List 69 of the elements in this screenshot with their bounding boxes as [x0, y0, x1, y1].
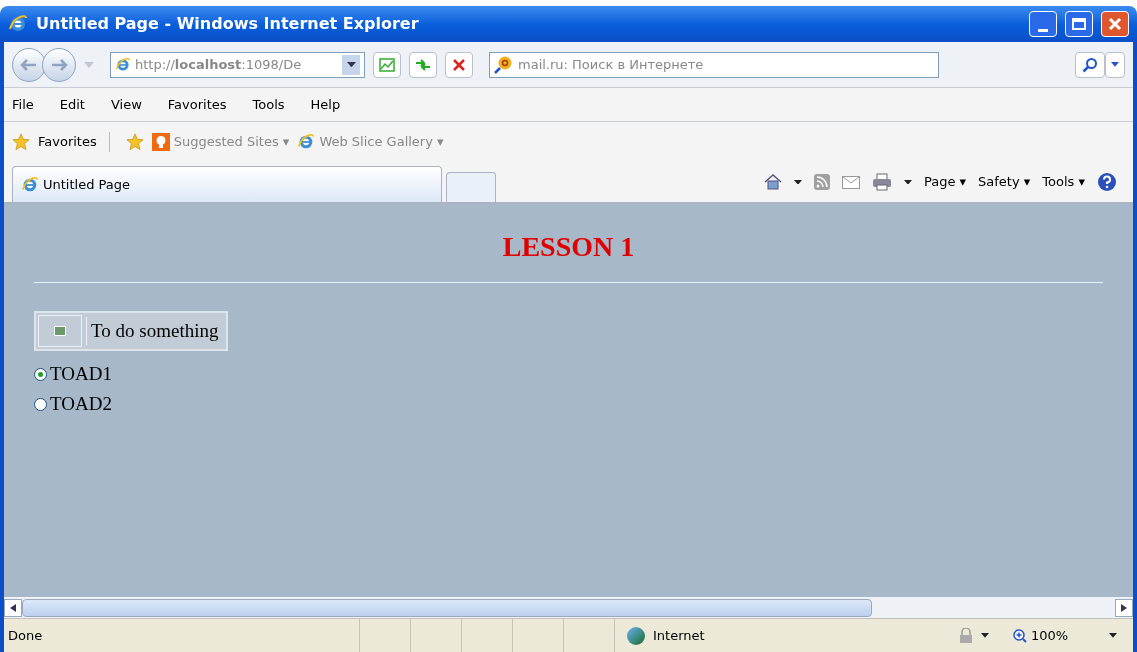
- close-icon: [1108, 17, 1122, 31]
- minimize-button[interactable]: [1029, 11, 1057, 37]
- page-icon: [297, 133, 316, 151]
- radio-button[interactable]: [34, 397, 47, 411]
- browser-tab[interactable]: Untitled Page: [12, 166, 442, 202]
- forward-button[interactable]: [42, 47, 76, 82]
- caret-icon: [981, 633, 989, 638]
- radio-label[interactable]: TOAD1: [50, 361, 112, 387]
- menu-item[interactable]: Help: [310, 94, 341, 115]
- stop-button[interactable]: [445, 51, 473, 78]
- address-field[interactable]: http://localhost:1098/De: [110, 51, 365, 78]
- dropdown-button[interactable]: [342, 54, 360, 75]
- menu-item[interactable]: Tools: [252, 94, 285, 115]
- globe-icon: [627, 626, 645, 645]
- broken-page-icon: [379, 57, 395, 72]
- command-menu[interactable]: Safety ▾: [978, 172, 1031, 192]
- right-arrow-icon: [50, 58, 68, 71]
- help-icon[interactable]: [1097, 172, 1117, 192]
- page-icon: [115, 56, 131, 73]
- add-favorite-star-icon: [125, 133, 144, 151]
- favorites-button[interactable]: Favorites: [38, 132, 110, 152]
- zoom-button[interactable]: 100%: [1013, 625, 1093, 646]
- menu-item[interactable]: File: [12, 94, 34, 115]
- window-title: Untitled Page - Windows Internet Explorer: [36, 13, 420, 35]
- ie-logo-icon: [21, 175, 39, 194]
- lightbulb-icon: [151, 133, 170, 151]
- zoom-icon: [1013, 628, 1027, 643]
- feed-icon[interactable]: [813, 174, 830, 190]
- right-triangle-icon: [1121, 603, 1127, 612]
- history-caret-icon: [84, 61, 94, 68]
- maximize-button[interactable]: [1065, 11, 1093, 37]
- left-arrow-icon: [20, 58, 38, 71]
- image-text-button[interactable]: To do something: [34, 311, 229, 351]
- compatibility-view-button[interactable]: [373, 51, 401, 78]
- search-button[interactable]: [1075, 51, 1105, 78]
- ie-logo-icon: [8, 14, 28, 34]
- menu-item[interactable]: View: [110, 94, 142, 115]
- command-menu[interactable]: Tools ▾: [1042, 172, 1085, 192]
- mail-icon[interactable]: [841, 175, 860, 189]
- page-heading: LESSON 1: [501, 230, 636, 264]
- caret-icon: [346, 61, 356, 68]
- back-button[interactable]: [12, 47, 46, 82]
- radio-button[interactable]: [34, 367, 47, 381]
- caret-icon: [1111, 62, 1119, 67]
- left-triangle-icon: [10, 603, 16, 612]
- caret-icon: [903, 179, 912, 185]
- close-icon: [453, 58, 465, 71]
- scroll-right-button[interactable]: [1115, 598, 1133, 617]
- search-options-button[interactable]: [1105, 51, 1125, 78]
- search-icon: [1082, 56, 1098, 73]
- magnifier-at-icon: [493, 54, 513, 75]
- close-button[interactable]: [1101, 11, 1129, 37]
- printer-icon[interactable]: [871, 173, 892, 191]
- caret-icon: [793, 179, 802, 185]
- zone-label: Internet: [653, 626, 705, 645]
- menu-item[interactable]: Favorites: [167, 94, 227, 115]
- home-icon[interactable]: [763, 174, 782, 190]
- scrollbar-thumb[interactable]: [22, 598, 872, 617]
- radio-label[interactable]: TOAD2: [50, 391, 112, 417]
- favorites-star-icon: [12, 133, 30, 151]
- status-text: Done: [7, 626, 44, 645]
- scroll-left-button[interactable]: [4, 598, 22, 617]
- caret-icon: [1109, 633, 1117, 638]
- command-menu[interactable]: Page ▾: [923, 172, 967, 192]
- search-field[interactable]: mail.ru: Поиск в Интернете: [489, 51, 939, 78]
- refresh-button[interactable]: [409, 51, 437, 78]
- menu-item[interactable]: Edit: [59, 94, 85, 115]
- image-icon: [38, 315, 82, 347]
- refresh-arrows-icon: [415, 57, 431, 72]
